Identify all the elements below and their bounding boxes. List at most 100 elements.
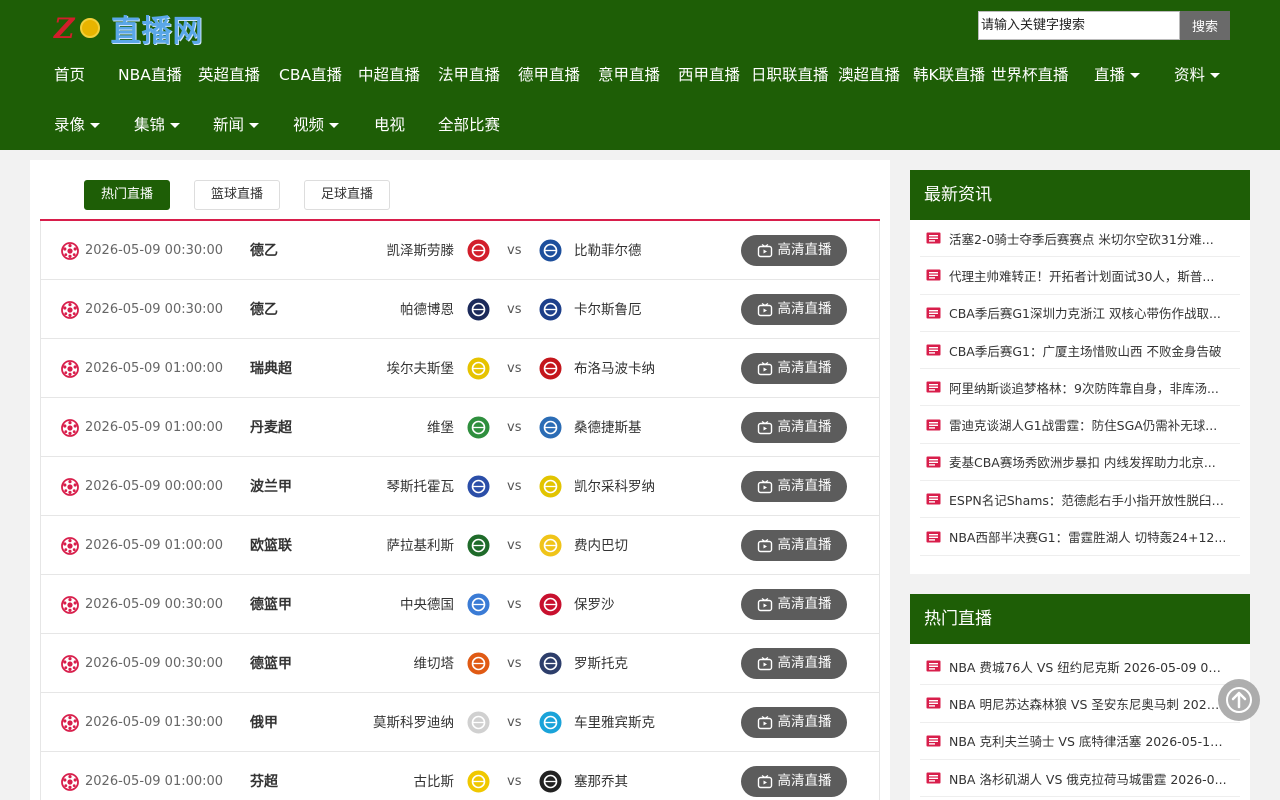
match-league[interactable]: 德篮甲 <box>250 653 292 675</box>
hot-item[interactable]: NBA 洛杉矶湖人 VS 俄克拉荷马城雷霆 2026-0... <box>920 760 1240 798</box>
main-nav-row2: 录像 集锦 新闻 视频 电视 全部比赛 <box>0 110 1280 140</box>
away-team-name[interactable]: 卡尔斯鲁厄 <box>574 299 642 321</box>
nav-label: 录像 <box>54 116 86 134</box>
news-item[interactable]: ESPN名记Shams：范德彪右手小指开放性脱臼 ... <box>920 481 1240 519</box>
hd-live-button[interactable]: 高清直播 <box>741 294 847 325</box>
hot-item-title: NBA 克利夫兰骑士 VS 底特律活塞 2026-05-10 ... <box>949 734 1227 750</box>
match-row: 2026-05-09 00:30:00 德篮甲 中央德国 vs 保罗沙 高清直播 <box>40 575 880 634</box>
home-team-name[interactable]: 琴斯托霍瓦 <box>387 476 455 498</box>
home-team-name[interactable]: 帕德博恩 <box>400 299 454 321</box>
hd-live-button[interactable]: 高清直播 <box>741 471 847 502</box>
news-item[interactable]: CBA季后赛G1深圳力克浙江 双核心带伤作战取... <box>920 295 1240 332</box>
nav-item-nav_row2-4[interactable]: 电视 <box>374 110 405 140</box>
home-team-name[interactable]: 古比斯 <box>414 771 455 793</box>
nav-item-nav_row1-4[interactable]: 中超直播 <box>358 60 420 90</box>
site-logo[interactable]: Z 直播网 <box>54 10 203 50</box>
hot-item-title: NBA 费城76人 VS 纽约尼克斯 2026-05-09 07:0... <box>949 659 1227 675</box>
football-icon <box>61 537 79 555</box>
tab-1[interactable]: 篮球直播 <box>194 180 280 210</box>
nav-item-nav_row1-11[interactable]: 韩K联直播 <box>913 60 985 90</box>
nav-item-nav_row2-2[interactable]: 新闻 <box>213 110 260 140</box>
latest-news-panel: 最新资讯 活塞2-0骑士夺季后赛赛点 米切尔空砍31分难... 代理主帅难转正！开… <box>910 170 1250 574</box>
nav-item-nav_row1-1[interactable]: NBA直播 <box>118 60 182 90</box>
hd-live-button[interactable]: 高清直播 <box>741 353 847 384</box>
news-item[interactable]: 雷迪克谈湖人G1战雷霆：防住SGA仍需补无球... <box>920 406 1240 444</box>
hot-item[interactable]: NBA 费城76人 VS 纽约尼克斯 2026-05-09 07:0... <box>920 648 1240 686</box>
nav-item-nav_row1-10[interactable]: 澳超直播 <box>838 60 900 90</box>
news-item[interactable]: 活塞2-0骑士夺季后赛赛点 米切尔空砍31分难... <box>920 220 1240 258</box>
nav-item-nav_row1-5[interactable]: 法甲直播 <box>438 60 500 90</box>
hd-live-button[interactable]: 高清直播 <box>741 707 847 738</box>
nav-item-nav_row2-1[interactable]: 集锦 <box>134 110 181 140</box>
hd-live-button[interactable]: 高清直播 <box>741 412 847 443</box>
match-league[interactable]: 欧篮联 <box>250 535 292 557</box>
hd-live-button[interactable]: 高清直播 <box>741 766 847 797</box>
tab-0[interactable]: 热门直播 <box>84 180 170 210</box>
away-team-name[interactable]: 费内巴切 <box>574 535 628 557</box>
search-button[interactable]: 搜索 <box>1180 11 1230 40</box>
home-team-name[interactable]: 维堡 <box>427 417 454 439</box>
home-team-name[interactable]: 凯泽斯劳滕 <box>387 240 455 262</box>
away-team-name[interactable]: 罗斯托克 <box>574 653 628 675</box>
home-team-name[interactable]: 埃尔夫斯堡 <box>387 358 455 380</box>
hot-item-title: NBA 明尼苏达森林狼 VS 圣安东尼奥马刺 2026-... <box>949 696 1227 712</box>
hot-item[interactable]: NBA 克利夫兰骑士 VS 底特律活塞 2026-05-10 ... <box>920 723 1240 760</box>
nav-item-nav_row2-3[interactable]: 视频 <box>293 110 340 140</box>
match-league[interactable]: 瑞典超 <box>250 358 292 380</box>
match-league[interactable]: 德篮甲 <box>250 594 292 616</box>
home-team-name[interactable]: 中央德国 <box>400 594 454 616</box>
nav-item-nav_row1-8[interactable]: 西甲直播 <box>678 60 740 90</box>
match-league[interactable]: 德乙 <box>250 299 278 321</box>
away-team-name[interactable]: 布洛马波卡纳 <box>574 358 655 380</box>
match-league[interactable]: 德乙 <box>250 240 278 262</box>
nav-item-nav_row1-9[interactable]: 日职联直播 <box>751 60 829 90</box>
document-icon <box>926 660 941 672</box>
nav-item-nav_row1-2[interactable]: 英超直播 <box>198 60 260 90</box>
match-league[interactable]: 丹麦超 <box>250 417 292 439</box>
nav-item-nav_row1-0[interactable]: 首页 <box>54 60 85 90</box>
nav-item-nav_row1-12[interactable]: 世界杯直播 <box>991 60 1069 90</box>
home-team-name[interactable]: 莫斯科罗迪纳 <box>373 712 454 734</box>
home-team-name[interactable]: 萨拉基利斯 <box>387 535 455 557</box>
nav-label: 德甲直播 <box>518 66 581 84</box>
away-team-name[interactable]: 凯尔采科罗纳 <box>574 476 655 498</box>
search-input[interactable] <box>978 11 1180 40</box>
match-league[interactable]: 波兰甲 <box>250 476 292 498</box>
match-time: 2026-05-09 01:00:00 <box>85 538 224 553</box>
live-button-label: 高清直播 <box>777 360 832 376</box>
hot-item[interactable]: NBA 明尼苏达森林狼 VS 圣安东尼奥马刺 2026-... <box>920 685 1240 723</box>
home-team-name[interactable]: 维切塔 <box>414 653 455 675</box>
nav-item-nav_row2-5[interactable]: 全部比赛 <box>438 110 500 140</box>
nav-item-nav_row1-6[interactable]: 德甲直播 <box>518 60 580 90</box>
back-to-top-button[interactable] <box>1218 679 1260 721</box>
news-item-title: 代理主帅难转正！开拓者计划面试30人，斯普... <box>949 268 1215 284</box>
home-team-logo <box>466 474 491 499</box>
nav-item-nav_row2-0[interactable]: 录像 <box>54 110 101 140</box>
nav-item-nav_row1-13[interactable]: 直播 <box>1094 60 1141 90</box>
match-league[interactable]: 俄甲 <box>250 712 278 734</box>
away-team-name[interactable]: 车里雅宾斯克 <box>574 712 655 734</box>
news-item[interactable]: NBA西部半决赛G1：雷霆胜湖人 切特轰24+12... <box>920 518 1240 556</box>
hd-live-button[interactable]: 高清直播 <box>741 235 847 266</box>
nav-item-nav_row1-3[interactable]: CBA直播 <box>279 60 342 90</box>
news-item[interactable]: 阿里纳斯谈追梦格林：9次防阵靠自身，非库汤... <box>920 369 1240 407</box>
news-item[interactable]: CBA季后赛G1：广厦主场惜败山西 不败金身告破 <box>920 332 1240 370</box>
live-button-label: 高清直播 <box>777 655 832 671</box>
hd-live-button[interactable]: 高清直播 <box>741 648 847 679</box>
nav-item-nav_row1-7[interactable]: 意甲直播 <box>598 60 660 90</box>
tv-icon <box>757 538 778 554</box>
away-team-name[interactable]: 比勒菲尔德 <box>574 240 642 262</box>
news-item-title: ESPN名记Shams：范德彪右手小指开放性脱臼 ... <box>949 492 1227 508</box>
news-item[interactable]: 代理主帅难转正！开拓者计划面试30人，斯普... <box>920 257 1240 295</box>
news-item[interactable]: 麦基CBA赛场秀欧洲步暴扣 内线发挥助力北京... <box>920 444 1240 482</box>
away-team-name[interactable]: 塞那乔其 <box>574 771 628 793</box>
away-team-logo <box>538 356 563 381</box>
nav-item-nav_row1-14[interactable]: 资料 <box>1174 60 1221 90</box>
away-team-name[interactable]: 保罗沙 <box>574 594 615 616</box>
match-league[interactable]: 芬超 <box>250 771 278 793</box>
hd-live-button[interactable]: 高清直播 <box>741 589 847 620</box>
away-team-name[interactable]: 桑德捷斯基 <box>574 417 642 439</box>
hd-live-button[interactable]: 高清直播 <box>741 530 847 561</box>
tab-2[interactable]: 足球直播 <box>304 180 390 210</box>
search-box: 搜索 <box>978 11 1230 40</box>
